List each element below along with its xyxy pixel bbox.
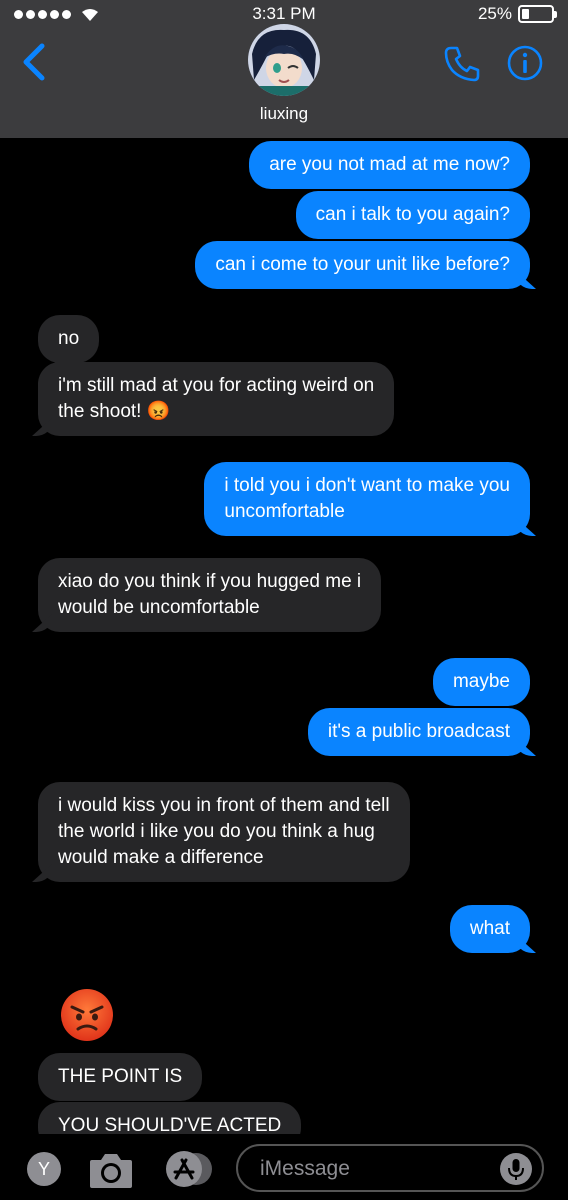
signal-dot bbox=[50, 9, 59, 19]
battery-indicator: 25% bbox=[477, 4, 557, 24]
app-store-icon[interactable] bbox=[162, 1150, 214, 1188]
message-outgoing[interactable]: what bbox=[449, 905, 530, 953]
message-incoming[interactable]: YOU SHOULD'VE ACTED bbox=[38, 1102, 302, 1134]
avatar[interactable] bbox=[248, 24, 320, 96]
signal-dot bbox=[62, 9, 71, 19]
angry-face-emoji[interactable] bbox=[60, 988, 114, 1042]
signal-indicator bbox=[14, 7, 100, 22]
message-input-placeholder: iMessage bbox=[260, 1157, 350, 1180]
signal-dot bbox=[26, 9, 35, 19]
battery-icon bbox=[518, 5, 557, 23]
message-input[interactable]: iMessage bbox=[236, 1144, 544, 1192]
message-incoming[interactable]: xiao do you think if you hugged me i wou… bbox=[38, 558, 382, 632]
camera-icon[interactable] bbox=[88, 1150, 134, 1190]
message-outgoing[interactable]: maybe bbox=[432, 658, 530, 706]
message-thread[interactable]: are you not mad at me now? can i talk to… bbox=[0, 138, 568, 1134]
contact-name[interactable]: liuxing bbox=[0, 104, 568, 124]
message-outgoing[interactable]: can i come to your unit like before? bbox=[195, 241, 530, 289]
message-outgoing[interactable]: it's a public broadcast bbox=[307, 708, 530, 756]
status-bar: 3:31 PM 25% bbox=[0, 0, 568, 28]
battery-percent: 25% bbox=[477, 4, 512, 23]
signal-dot bbox=[14, 9, 23, 19]
info-icon[interactable] bbox=[507, 45, 543, 81]
app-drawer-button[interactable]: Y bbox=[27, 1152, 61, 1186]
message-incoming[interactable]: no bbox=[38, 315, 100, 363]
message-outgoing[interactable]: can i talk to you again? bbox=[295, 191, 530, 239]
battery-level bbox=[522, 9, 529, 19]
message-outgoing[interactable]: i told you i don't want to make you unco… bbox=[204, 462, 530, 536]
message-incoming[interactable]: THE POINT IS bbox=[38, 1053, 203, 1101]
microphone-icon[interactable] bbox=[500, 1153, 532, 1185]
wifi-icon bbox=[82, 8, 98, 21]
phone-icon[interactable] bbox=[442, 44, 482, 84]
compose-bar: Y iMessage bbox=[0, 1134, 568, 1200]
chevron-left-icon[interactable] bbox=[20, 42, 50, 82]
signal-dot bbox=[38, 9, 47, 19]
message-incoming[interactable]: i would kiss you in front of them and te… bbox=[38, 782, 410, 882]
message-outgoing[interactable]: are you not mad at me now? bbox=[249, 141, 530, 189]
message-incoming[interactable]: i'm still mad at you for acting weird on… bbox=[38, 362, 395, 436]
